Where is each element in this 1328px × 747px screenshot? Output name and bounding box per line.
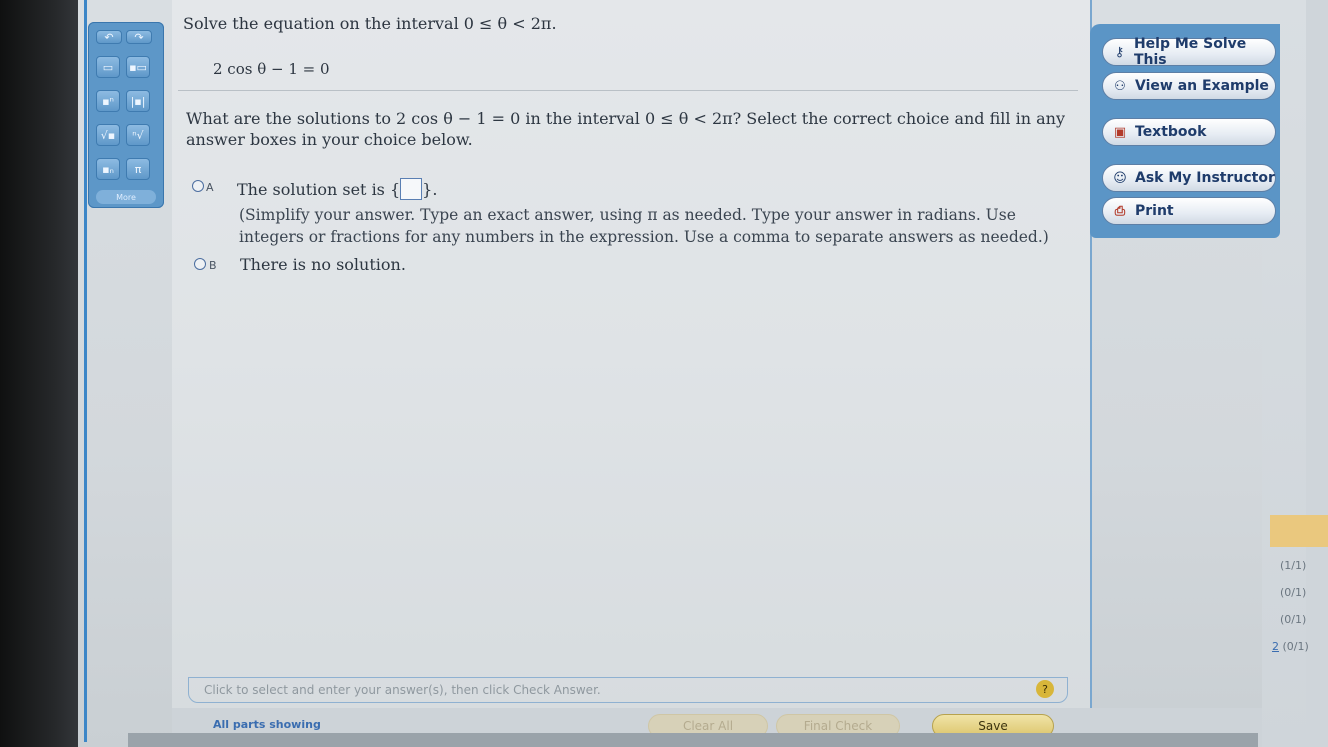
question-score[interactable]: (0/1): [1280, 613, 1306, 626]
absolute-value-icon: |▪|: [130, 94, 146, 108]
score-value: (1/1): [1280, 559, 1307, 572]
current-question-highlight: [1270, 515, 1328, 547]
exponent-tool[interactable]: ▪ⁿ: [96, 90, 120, 112]
question-instruction: Solve the equation on the interval 0 ≤ θ…: [183, 14, 557, 33]
nth-root-tool[interactable]: ⁿ√: [126, 124, 150, 146]
book-icon: ▣: [1113, 124, 1127, 140]
key-icon: ⚷: [1114, 44, 1125, 60]
view-an-example-button[interactable]: ⚇ View an Example: [1102, 72, 1276, 100]
footer-instruction: Click to select and enter your answer(s)…: [204, 683, 601, 697]
math-tool-palette: [88, 22, 164, 208]
choice-b-text: There is no solution.: [240, 255, 406, 274]
score-prefix: 2: [1272, 640, 1279, 653]
person-icon: ☺: [1113, 170, 1127, 186]
window-edge: [1306, 0, 1328, 747]
score-value: (0/1): [1280, 586, 1307, 599]
redo-icon: ↷: [134, 30, 144, 44]
fraction-icon: ▭: [102, 60, 114, 74]
score-value: (0/1): [1280, 613, 1307, 626]
pi-icon: π: [134, 162, 142, 176]
exponent-icon: ▪ⁿ: [102, 94, 114, 108]
subscript-icon: ▪ₙ: [102, 162, 114, 176]
question-score[interactable]: (0/1): [1280, 586, 1306, 599]
help-icon[interactable]: ?: [1036, 680, 1054, 698]
print-button[interactable]: ⎙ Print: [1102, 197, 1276, 225]
score-value: (0/1): [1282, 640, 1309, 653]
pi-tool[interactable]: π: [126, 158, 150, 180]
fraction-tool[interactable]: ▭: [96, 56, 120, 78]
absolute-value-tool[interactable]: |▪|: [126, 90, 150, 112]
textbook-button[interactable]: ▣ Textbook: [1102, 118, 1276, 146]
question-panel: [172, 0, 1092, 708]
monitor-bezel: [0, 0, 78, 747]
sqrt-tool[interactable]: √▪: [96, 124, 120, 146]
nth-root-icon: ⁿ√: [132, 128, 144, 142]
horizontal-scrollbar[interactable]: [128, 733, 1258, 747]
more-tools-button[interactable]: More: [96, 190, 156, 204]
textbook-label: Textbook: [1135, 124, 1207, 140]
undo-tool[interactable]: ↶: [96, 30, 122, 44]
ask-my-instructor-label: Ask My Instructor: [1135, 170, 1275, 186]
mixed-number-tool[interactable]: ▪▭: [126, 56, 150, 78]
choice-a-letter: A: [206, 181, 214, 194]
choice-a-text-before: The solution set is {: [237, 180, 401, 199]
print-label: Print: [1135, 203, 1174, 219]
divider: [178, 90, 1078, 91]
redo-tool[interactable]: ↷: [126, 30, 152, 44]
choice-b-radio[interactable]: [194, 258, 206, 270]
question-prompt: What are the solutions to 2 cos θ − 1 = …: [186, 109, 1065, 149]
choice-a-radio[interactable]: [192, 180, 204, 192]
undo-icon: ↶: [104, 30, 114, 44]
subscript-tool[interactable]: ▪ₙ: [96, 158, 120, 180]
sqrt-icon: √▪: [100, 128, 116, 142]
choice-a-hint: (Simplify your answer. Type an exact ans…: [239, 206, 1049, 246]
equation: 2 cos θ − 1 = 0: [213, 60, 330, 78]
binoculars-icon: ⚇: [1114, 78, 1126, 94]
choice-a-text: The solution set is {}.: [237, 178, 437, 200]
parts-status-link[interactable]: All parts showing: [213, 718, 321, 731]
question-score[interactable]: 2 (0/1): [1272, 640, 1309, 653]
view-an-example-label: View an Example: [1135, 78, 1269, 94]
help-me-solve-this-label: Help Me Solve This: [1133, 36, 1247, 68]
help-me-solve-this-button[interactable]: ⚷ Help Me Solve This: [1102, 36, 1276, 68]
question-score[interactable]: (1/1): [1280, 559, 1306, 572]
ask-my-instructor-button[interactable]: ☺ Ask My Instructor: [1102, 164, 1276, 192]
answer-input-box[interactable]: [400, 178, 423, 200]
mixed-number-icon: ▪▭: [129, 60, 147, 74]
choice-a-text-after: }.: [422, 180, 438, 199]
choice-b-letter: B: [209, 259, 217, 272]
printer-icon: ⎙: [1114, 203, 1126, 219]
